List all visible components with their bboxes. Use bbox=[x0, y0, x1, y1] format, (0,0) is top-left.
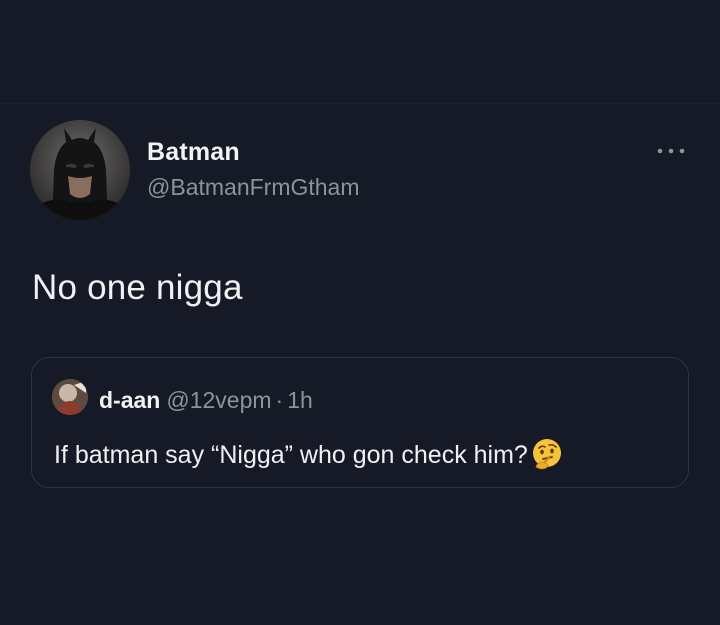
quoted-tweet-text-row: If batman say “Nigga” who gon check him? bbox=[54, 437, 564, 471]
quoted-header: d-aan @12vepm · 1h bbox=[99, 387, 313, 414]
header-divider bbox=[0, 103, 720, 104]
author-avatar[interactable] bbox=[30, 120, 130, 220]
quoted-tweet-text: If batman say “Nigga” who gon check him? bbox=[54, 441, 528, 469]
thinking-face-icon bbox=[530, 437, 564, 471]
quoted-avatar-icon bbox=[52, 379, 88, 415]
author-handle[interactable]: @BatmanFrmGtham bbox=[147, 174, 360, 201]
batman-avatar-icon bbox=[30, 120, 130, 220]
quoted-author-avatar[interactable] bbox=[52, 379, 88, 415]
tweet-text: No one nigga bbox=[32, 268, 243, 307]
quoted-display-name[interactable]: d-aan bbox=[99, 387, 160, 413]
quoted-timestamp[interactable]: 1h bbox=[287, 387, 313, 413]
author-display-name[interactable]: Batman bbox=[147, 138, 240, 167]
quoted-tweet-card[interactable]: d-aan @12vepm · 1h If batman say “Nigga” wh… bbox=[31, 357, 689, 488]
quoted-separator: · bbox=[275, 387, 284, 413]
quoted-handle[interactable]: @12vepm bbox=[166, 387, 271, 413]
more-horizontal-icon[interactable] bbox=[654, 142, 688, 160]
